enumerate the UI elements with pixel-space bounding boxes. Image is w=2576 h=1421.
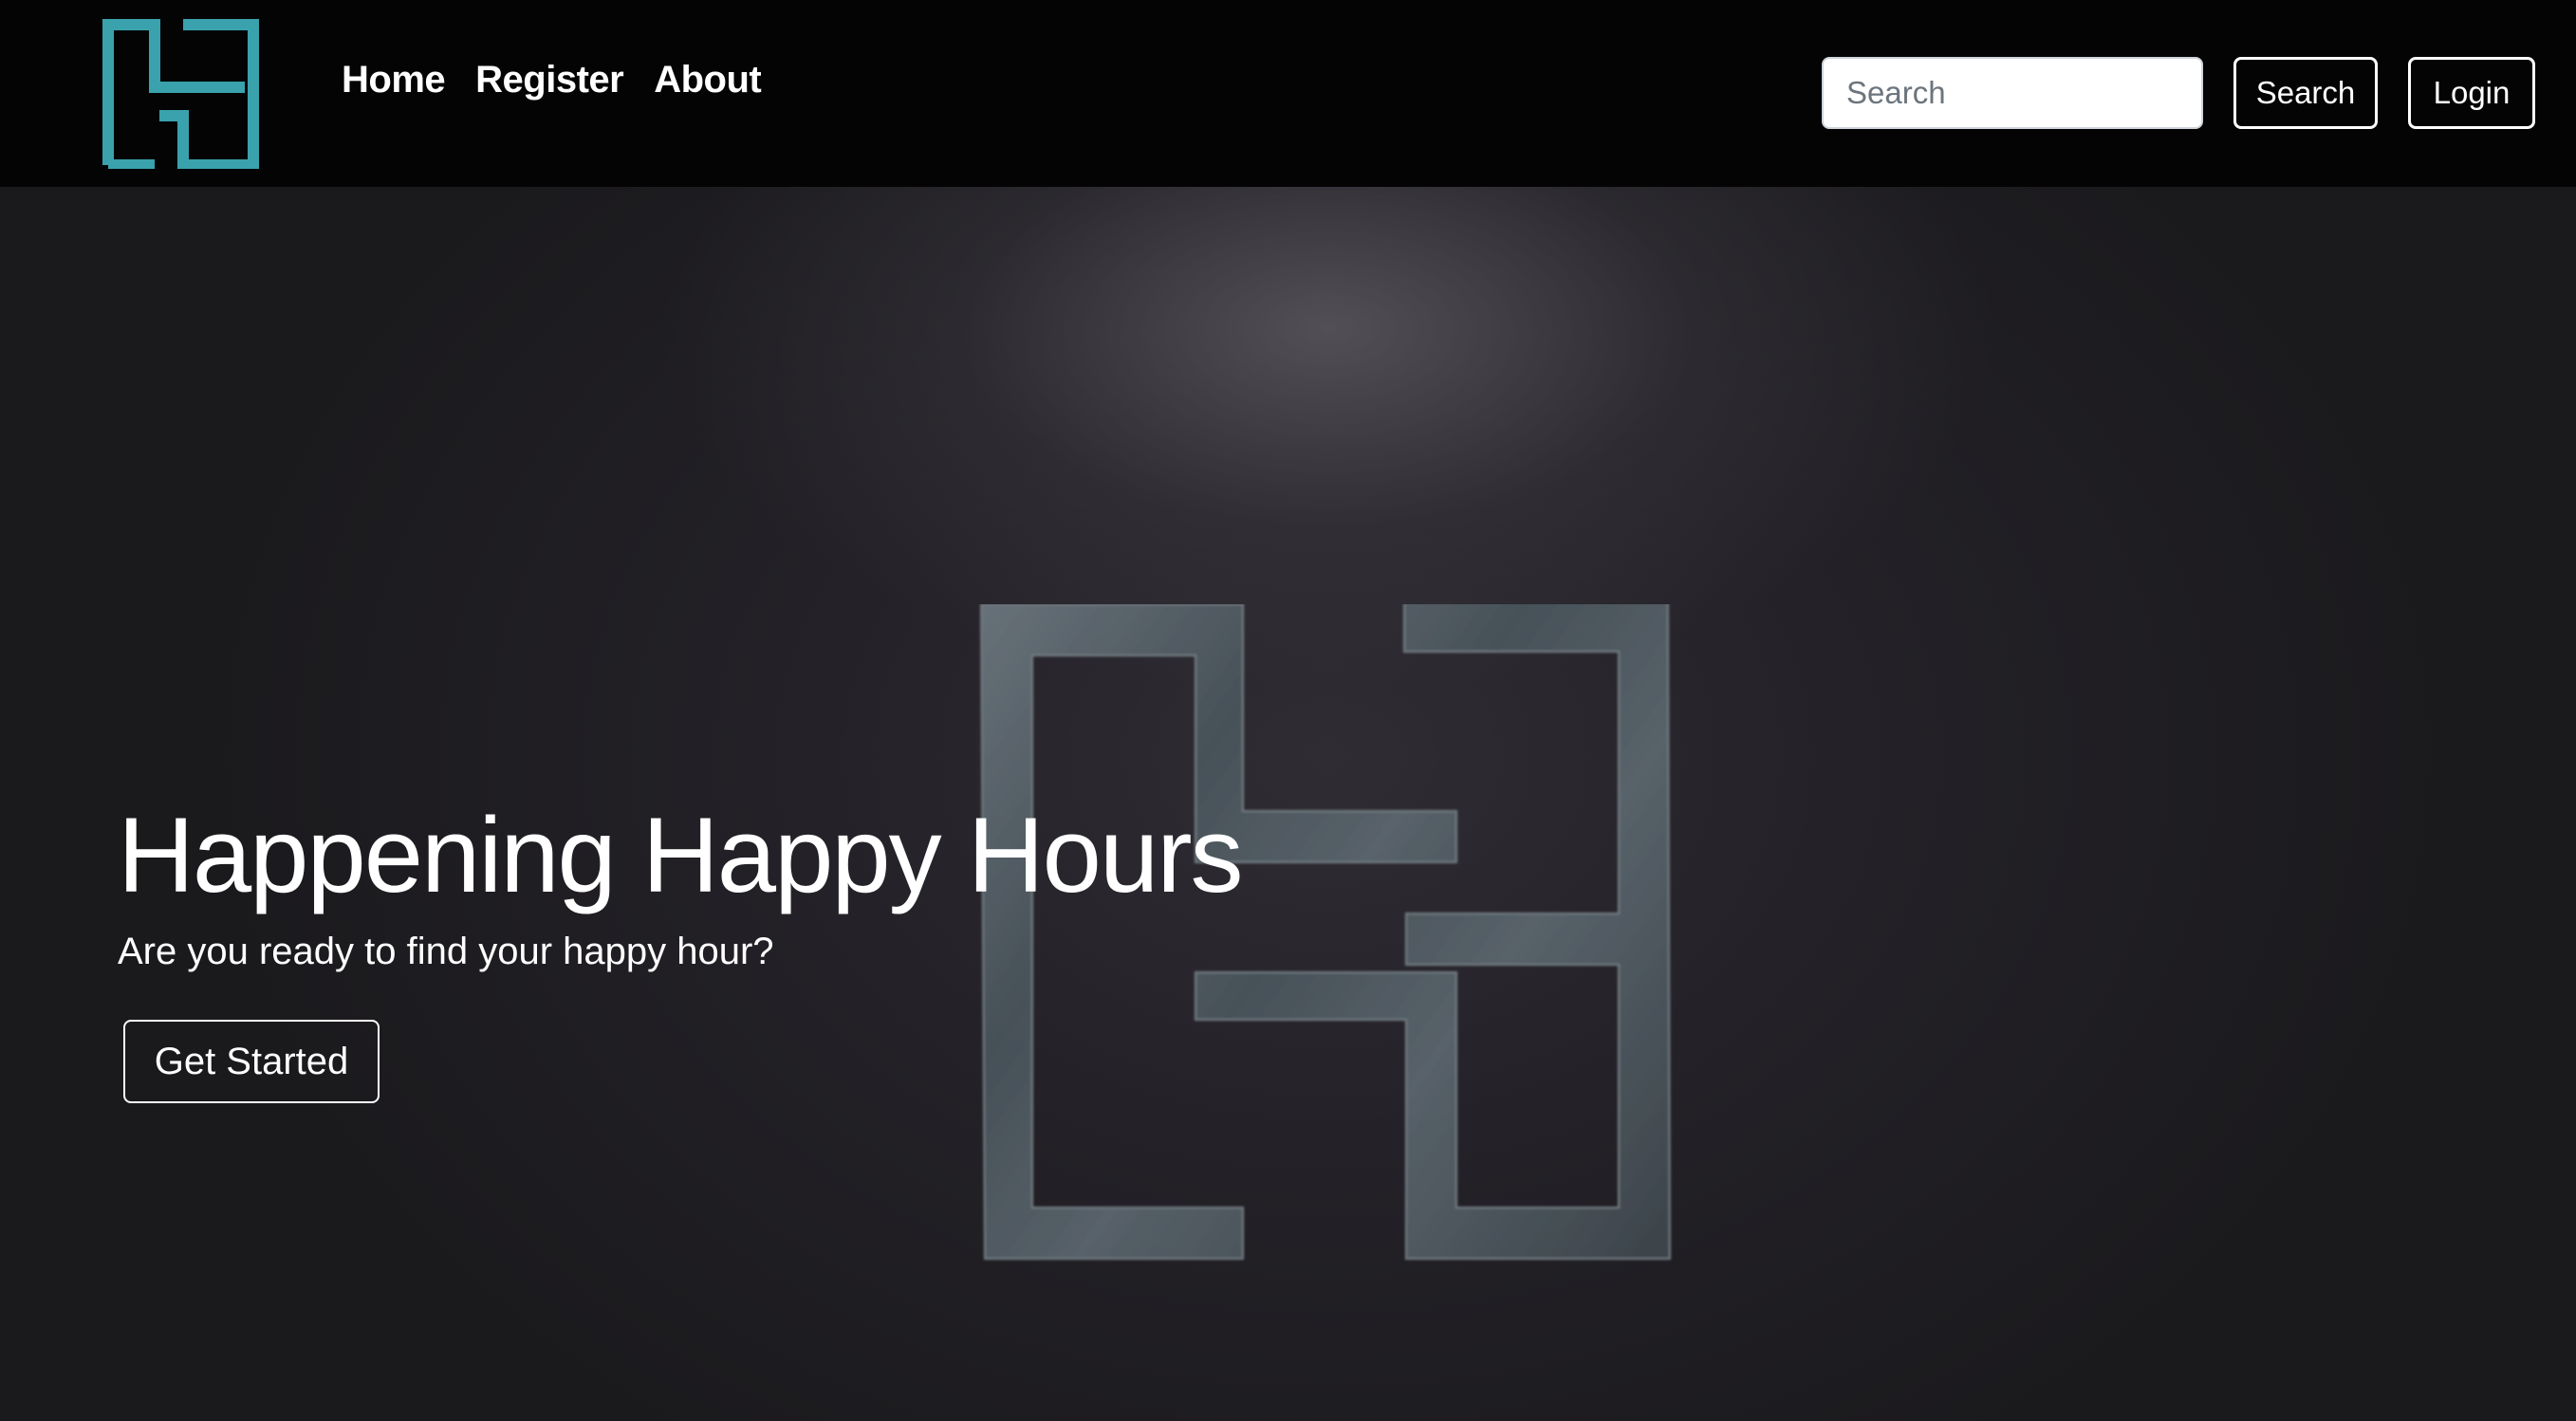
navbar: Home Register About Search Login <box>0 0 2576 187</box>
login-button[interactable]: Login <box>2408 57 2535 129</box>
nav-link-home[interactable]: Home <box>342 59 446 102</box>
search-input[interactable] <box>1822 57 2203 129</box>
get-started-button[interactable]: Get Started <box>123 1020 380 1103</box>
hh-logo-icon[interactable] <box>102 19 259 169</box>
hero-section: Happening Happy Hours Are you ready to f… <box>0 187 2576 1421</box>
search-button[interactable]: Search <box>2233 57 2378 129</box>
nav-links: Home Register About <box>342 59 762 102</box>
hero-subtitle: Are you ready to find your happy hour? <box>118 931 774 972</box>
nav-link-register[interactable]: Register <box>475 59 624 102</box>
nav-link-about[interactable]: About <box>654 59 762 102</box>
hh-logo-icon <box>979 604 1672 1260</box>
hero-title: Happening Happy Hours <box>118 796 1244 914</box>
